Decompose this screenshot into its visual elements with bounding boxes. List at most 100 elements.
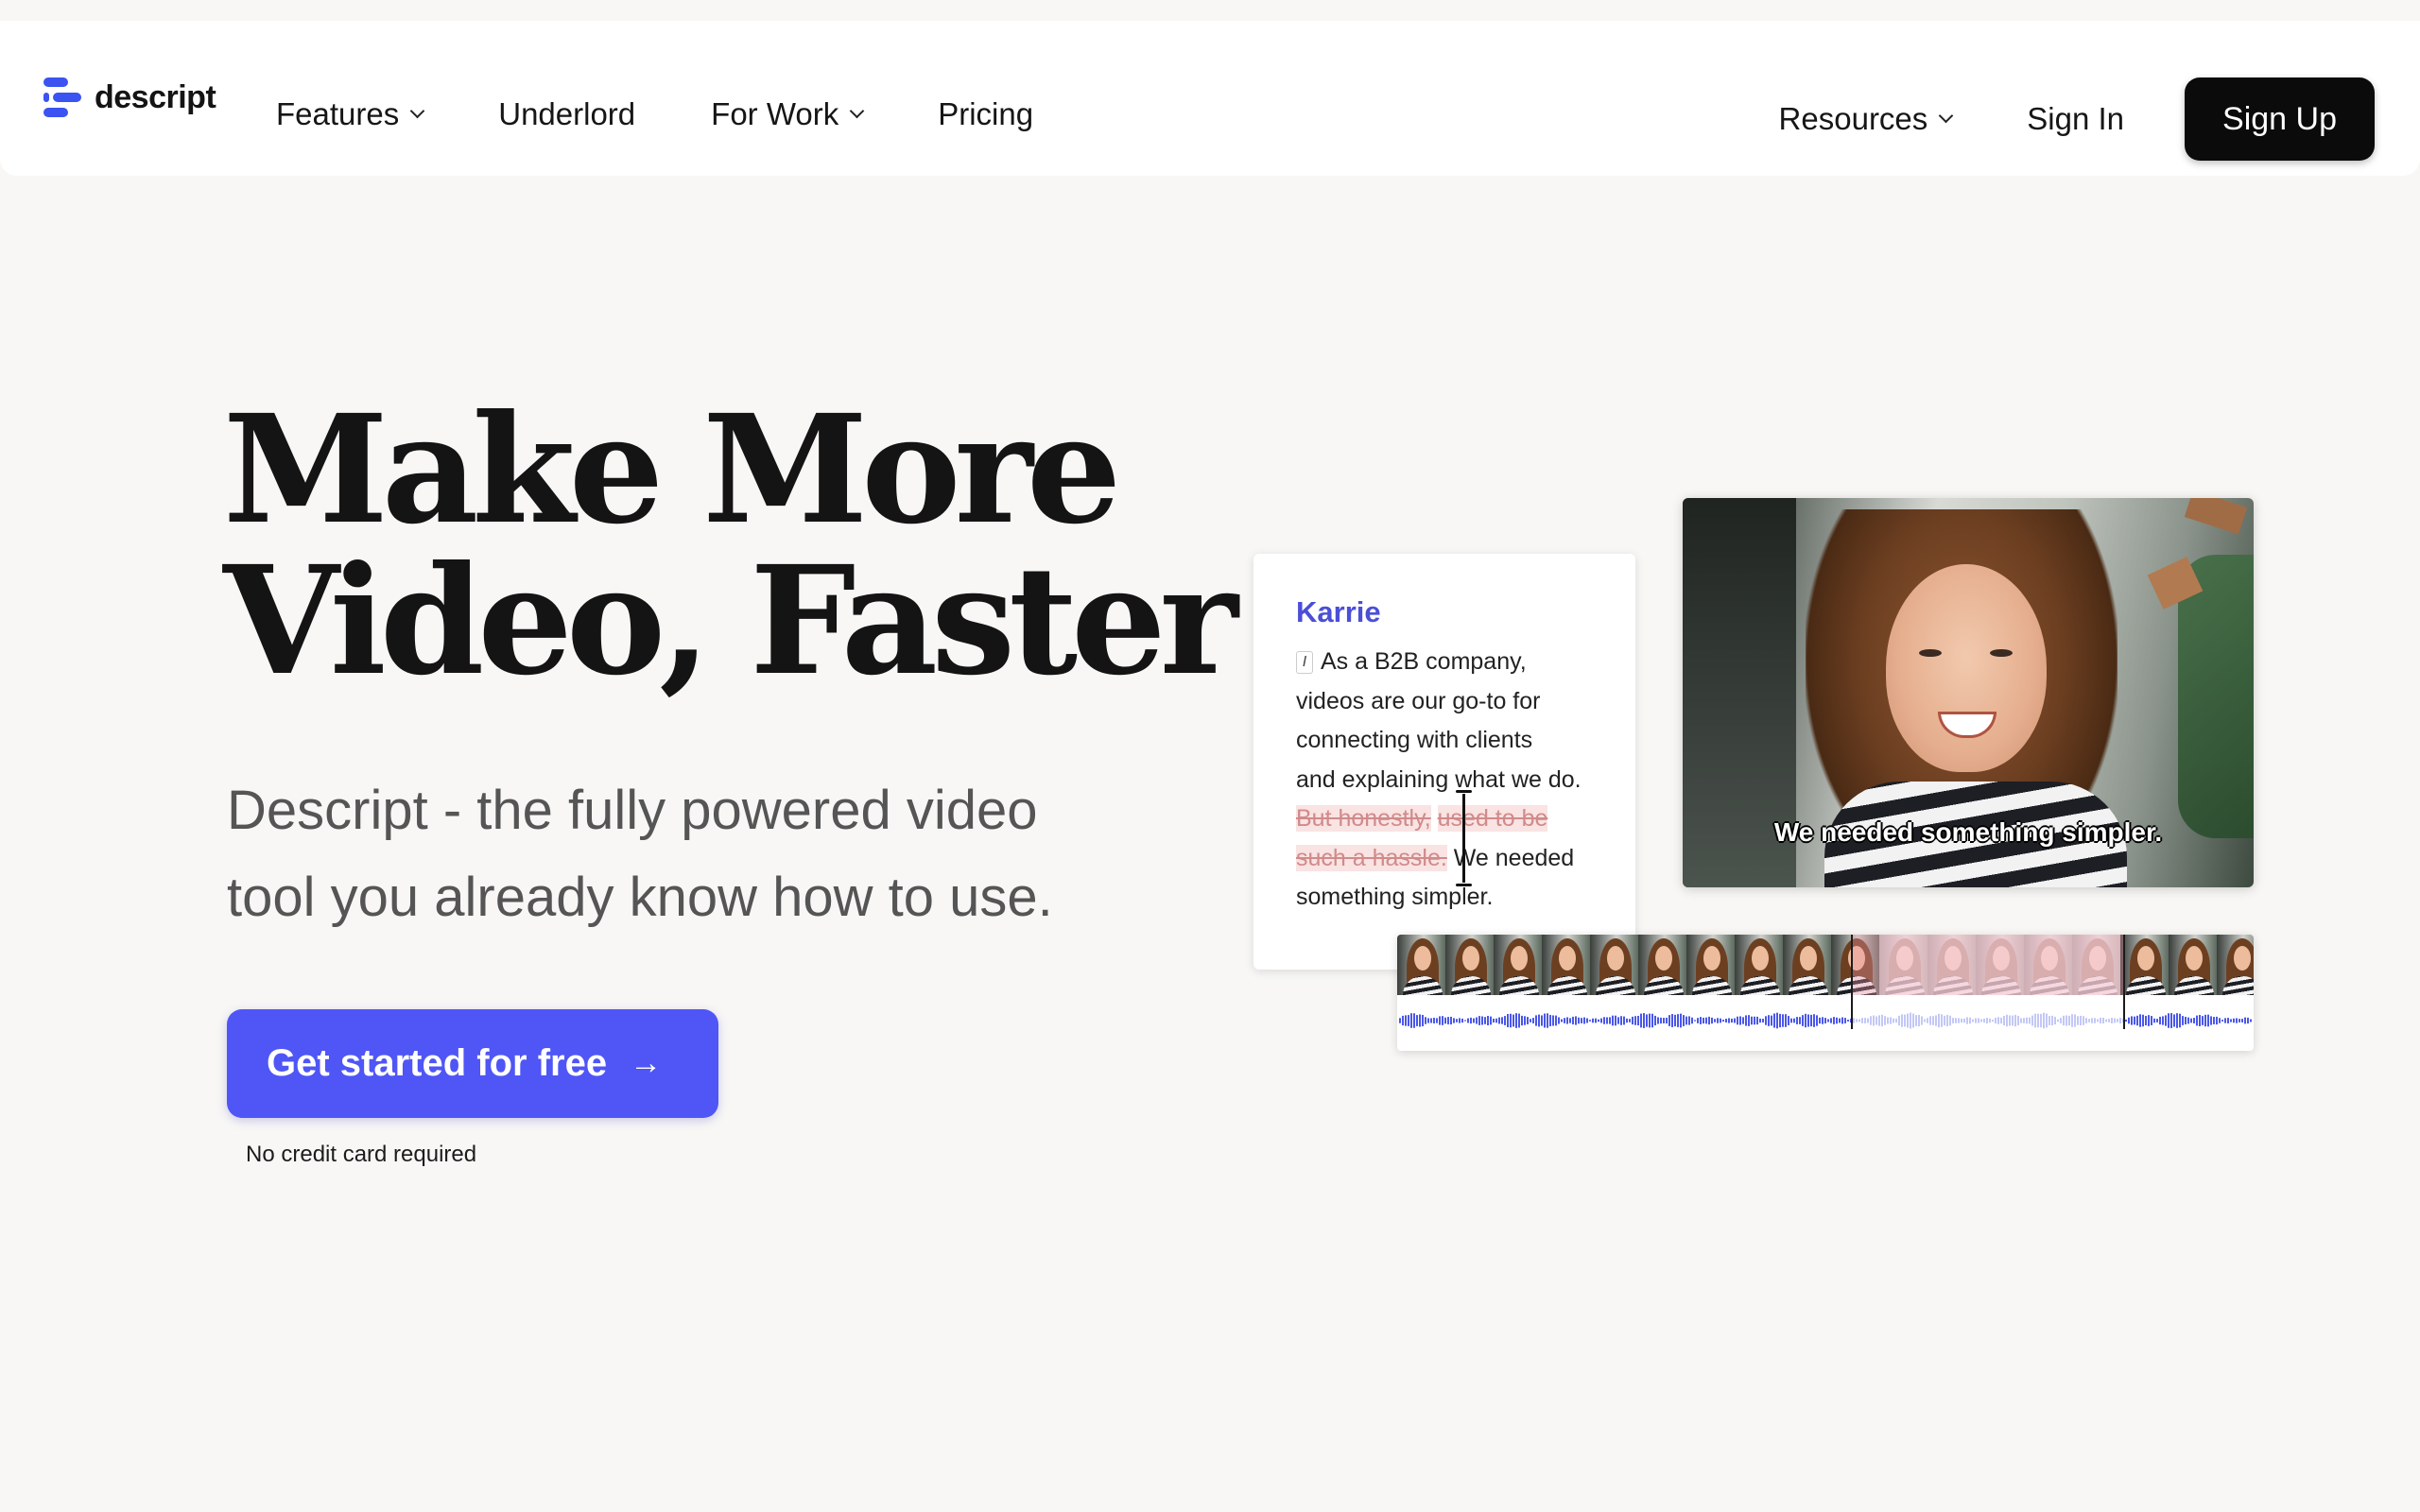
waveform-bar xyxy=(2080,1015,2082,1026)
waveform-bar xyxy=(2182,1016,2184,1025)
waveform-bar xyxy=(1447,1017,1449,1024)
waveform-bar xyxy=(1816,1015,1818,1026)
hero-subtitle-line-1: Descript - the fully powered video xyxy=(227,780,1038,841)
video-timeline[interactable] xyxy=(1397,935,2254,1051)
waveform-bar xyxy=(1949,1015,1951,1026)
waveform-bar xyxy=(2023,1018,2025,1023)
waveform-bar xyxy=(2213,1017,2215,1024)
arrow-right-icon: → xyxy=(630,1045,663,1081)
waveform-bar xyxy=(1969,1017,1971,1024)
waveform-bar xyxy=(1952,1018,1954,1023)
waveform-bar xyxy=(1807,1014,1809,1027)
waveform-bar xyxy=(1714,1019,1716,1022)
waveform-bar xyxy=(1453,1018,1455,1023)
waveform-bar xyxy=(2230,1019,2232,1022)
waveform-bar xyxy=(1762,1019,1764,1022)
waveform-bar xyxy=(2068,1015,2070,1026)
waveform-bar xyxy=(2119,1018,2121,1023)
nav-actions: Resources Sign In Sign Up xyxy=(1779,77,2375,161)
transcript-line: videos are our go-to for xyxy=(1296,687,1541,714)
waveform-bar xyxy=(1566,1017,1568,1024)
waveform-bar xyxy=(1864,1018,1866,1023)
waveform-bar xyxy=(1552,1015,1554,1026)
waveform-bar xyxy=(1915,1015,1917,1026)
nav-underlord-link[interactable]: Underlord xyxy=(498,96,635,132)
waveform-bar xyxy=(1620,1016,1622,1025)
waveform-bar xyxy=(1742,1017,1744,1024)
waveform-bar xyxy=(1430,1018,1432,1023)
waveform-bar xyxy=(1972,1019,1974,1022)
waveform-bar xyxy=(1530,1019,1531,1022)
waveform-bar xyxy=(1799,1017,1801,1024)
sign-in-link[interactable]: Sign In xyxy=(2027,101,2124,137)
waveform-bar xyxy=(1660,1017,1662,1024)
waveform-bar xyxy=(2040,1013,2042,1028)
waveform-bar xyxy=(2151,1016,2152,1025)
waveform-bar xyxy=(1487,1016,1489,1025)
waveform-bar xyxy=(1983,1018,1985,1023)
waveform-bar xyxy=(2031,1015,2033,1026)
waveform-bar xyxy=(1405,1015,1407,1026)
waveform-bar xyxy=(1873,1015,1875,1026)
get-started-label: Get started for free xyxy=(267,1042,608,1084)
transcript-text: We needed xyxy=(1453,844,1575,871)
transcript-card[interactable]: Karrie I As a B2B company, videos are our… xyxy=(1253,554,1635,970)
get-started-button[interactable]: Get started for free → xyxy=(227,1009,718,1118)
descript-logo[interactable]: descript xyxy=(43,76,216,119)
waveform-bar xyxy=(1473,1018,1475,1023)
waveform-bar xyxy=(1598,1019,1599,1022)
video-preview[interactable]: We needed something simpler. xyxy=(1683,498,2254,887)
waveform-bar xyxy=(2159,1016,2161,1025)
waveform-bar xyxy=(1535,1015,1537,1026)
waveform-bar xyxy=(2105,1019,2107,1022)
no-credit-card-note: No credit card required xyxy=(246,1142,477,1167)
waveform-bar xyxy=(1927,1018,1928,1023)
nav-pricing-link[interactable]: Pricing xyxy=(938,96,1033,132)
timeline-thumbnail xyxy=(1590,935,1638,995)
waveform-bar xyxy=(1813,1014,1815,1027)
waveform-bar xyxy=(1841,1017,1843,1024)
waveform-bar xyxy=(2244,1017,2246,1024)
waveform-bar xyxy=(2012,1015,2014,1026)
waveform-bar xyxy=(2085,1018,2087,1023)
waveform-bar xyxy=(1532,1018,1534,1023)
waveform-bar xyxy=(2074,1014,2076,1027)
waveform-bar xyxy=(1844,1018,1846,1023)
waveform-bar xyxy=(1617,1017,1619,1024)
waveform-bar xyxy=(1867,1018,1869,1023)
waveform-bar xyxy=(1651,1013,1653,1028)
waveform-bar xyxy=(2190,1018,2192,1023)
waveform-bar xyxy=(1623,1016,1625,1025)
waveform-bar xyxy=(1765,1016,1767,1025)
waveform-bar xyxy=(1810,1014,1812,1027)
waveform-bar xyxy=(1510,1013,1512,1028)
nav-features-label: Features xyxy=(276,96,400,131)
waveform-bar xyxy=(2020,1018,2022,1023)
nav-resources-label: Resources xyxy=(1778,101,1928,136)
waveform-bar xyxy=(1720,1018,1721,1023)
waveform-bar xyxy=(1518,1013,1520,1028)
waveform-bar xyxy=(1640,1013,1642,1028)
waveform-bar xyxy=(1649,1013,1651,1028)
waveform-bar xyxy=(1858,1019,1860,1022)
waveform-bar xyxy=(2187,1017,2189,1024)
waveform-bar xyxy=(1668,1015,1670,1026)
logo-wordmark: descript xyxy=(95,78,216,115)
nav-for-work-menu[interactable]: For Work xyxy=(711,96,865,132)
nav-resources-menu[interactable]: Resources xyxy=(1778,101,1954,137)
waveform-bar xyxy=(1921,1016,1923,1025)
waveform-bar xyxy=(1399,1018,1401,1023)
waveform-bar xyxy=(2034,1013,2036,1028)
waveform-bar xyxy=(2153,1018,2155,1023)
speaker-label: Karrie xyxy=(1296,595,1381,628)
nav-features-menu[interactable]: Features xyxy=(276,96,425,132)
waveform-bar xyxy=(1541,1015,1543,1026)
waveform-bar xyxy=(1646,1014,1648,1027)
waveform-bar xyxy=(1782,1014,1784,1027)
deleted-segment-highlight xyxy=(1851,935,2125,995)
transcript-line: something simpler. xyxy=(1296,884,1494,910)
waveform-bar xyxy=(2029,1017,2031,1024)
sign-up-button[interactable]: Sign Up xyxy=(2185,77,2375,161)
waveform-bar xyxy=(1963,1018,1965,1023)
waveform-bar xyxy=(2185,1016,2187,1025)
